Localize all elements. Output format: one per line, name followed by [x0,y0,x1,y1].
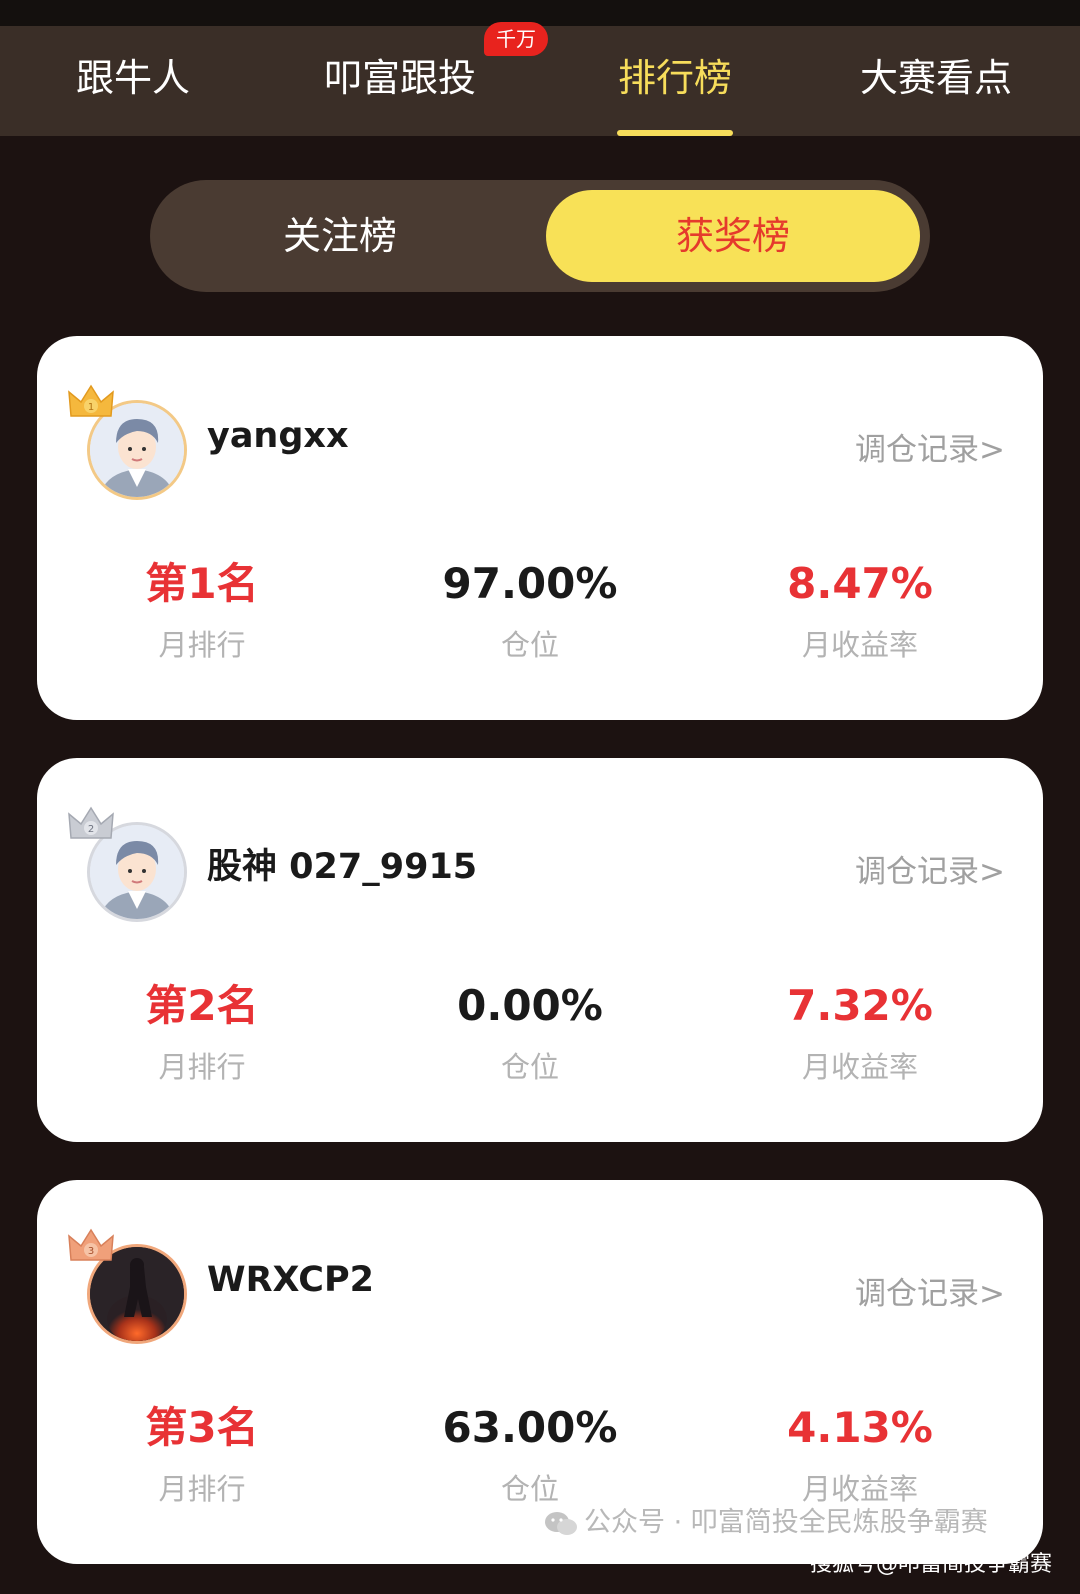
rank-label: 月排行 [158,1050,246,1084]
wechat-icon [545,1511,577,1535]
rank-value: 第2名 [145,981,259,1030]
position-value: 0.00% [457,981,603,1030]
position-history-link[interactable]: 调仓记录> [855,1268,1005,1313]
tab-follow-experts[interactable]: 跟牛人 [58,26,208,136]
segment-follow-list[interactable]: 关注榜 [190,180,490,292]
wechat-watermark: 公众号 · 叩富简投全民炼股争霸赛 [544,1500,988,1539]
sohu-watermark: 搜狐号@叩富简投争霸赛 [810,1552,1053,1577]
monthly-rank-stat: 第2名 月排行 [72,978,332,1086]
segment-award-list[interactable]: 获奖榜 [546,190,920,282]
rank-value: 第3名 [145,1403,259,1452]
return-label: 月收益率 [801,1050,918,1084]
rank-label: 月排行 [158,1472,246,1506]
monthly-return-stat: 7.32% 月收益率 [730,978,990,1086]
leaderboard-card[interactable]: 1 yangxx 调仓记录> 第1名 月排行 97.00% 仓位 8.47% 月… [37,336,1043,720]
return-label: 月收益率 [801,628,918,662]
wechat-watermark-text: 公众号 · 叩富简投全民炼股争霸赛 [584,1507,988,1538]
position-value: 97.00% [442,559,618,608]
bronze-crown-icon: 3 [68,1228,114,1261]
position-stat: 0.00% 仓位 [400,978,660,1086]
position-history-link[interactable]: 调仓记录> [855,424,1005,469]
svg-text:2: 2 [88,824,94,835]
avatar-container: 2 [68,806,187,922]
gold-crown-icon: 1 [68,384,114,417]
return-value: 8.47% [787,559,933,608]
new-badge: 千万 [484,22,548,56]
monthly-return-stat: 4.13% 月收益率 [730,1400,990,1508]
tab-leaderboard[interactable]: 排行榜 [600,26,750,136]
username: yangxx [207,416,349,456]
position-value: 63.00% [442,1403,618,1452]
return-value: 7.32% [787,981,933,1030]
position-label: 仓位 [500,1050,559,1084]
return-value: 4.13% [787,1403,933,1452]
segment-control: 关注榜 获奖榜 [150,180,930,292]
position-stat: 97.00% 仓位 [400,556,660,664]
position-stat: 63.00% 仓位 [400,1400,660,1508]
rank-label: 月排行 [158,628,246,662]
username: WRXCP2 [207,1260,374,1300]
monthly-return-stat: 8.47% 月收益率 [730,556,990,664]
tab-koufu-copy-invest[interactable]: 叩富跟投 [320,26,480,136]
rank-value: 第1名 [145,559,259,608]
silver-crown-icon: 2 [68,806,114,839]
position-history-link[interactable]: 调仓记录> [855,846,1005,891]
position-label: 仓位 [500,628,559,662]
avatar-container: 1 [68,384,187,500]
tab-contest-highlights[interactable]: 大赛看点 [856,26,1016,136]
username: 股神 027_9915 [207,847,478,887]
svg-text:3: 3 [88,1246,94,1257]
svg-text:1: 1 [88,402,94,413]
active-tab-indicator [617,130,733,136]
status-bar [0,0,1080,26]
avatar-container: 3 [68,1228,187,1344]
leaderboard-card[interactable]: 2 股神 027_9915 调仓记录> 第2名 月排行 0.00% 仓位 7.3… [37,758,1043,1142]
monthly-rank-stat: 第3名 月排行 [72,1400,332,1508]
monthly-rank-stat: 第1名 月排行 [72,556,332,664]
